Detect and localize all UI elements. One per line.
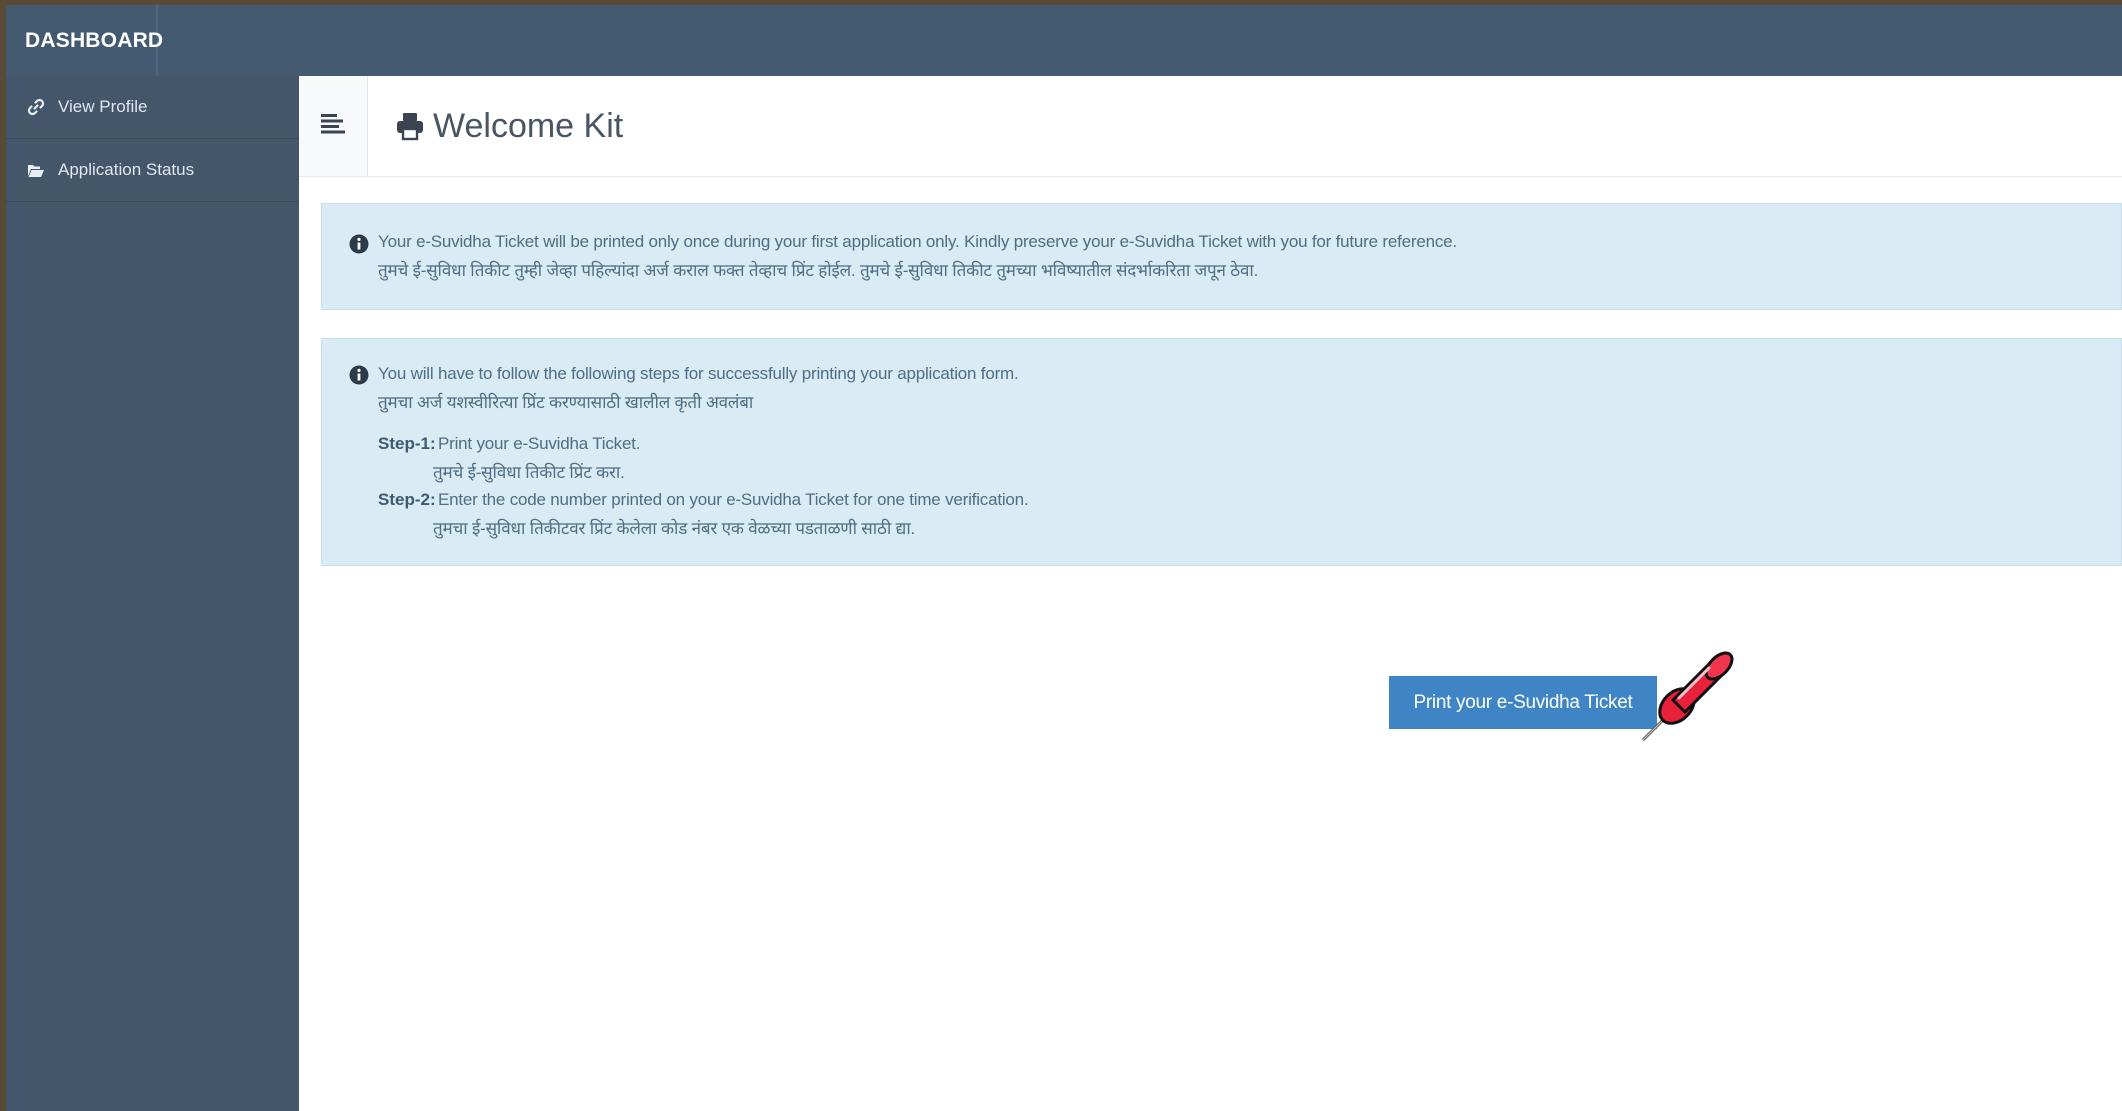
- folder-open-icon: [26, 163, 46, 178]
- page-header: Welcome Kit: [299, 76, 2122, 177]
- link-icon: [26, 98, 46, 116]
- steps-notice-marathi: तुमचा अर्ज यशस्वीरित्या प्रिंट करण्यासाठ…: [378, 393, 754, 412]
- step-1-text-english: Print your e-Suvidha Ticket.: [438, 434, 641, 453]
- main-content: Welcome Kit Your e-Suvidha Ticket will b…: [299, 76, 2122, 1111]
- steps-notice-english: You will have to follow the following st…: [378, 364, 1019, 383]
- steps-notice-alert: You will have to follow the following st…: [321, 338, 2122, 566]
- menu-toggle-icon: [320, 112, 346, 141]
- top-navbar: DASHBOARD: [6, 5, 2122, 76]
- step-2-text-marathi: तुमचा ई-सुविधा तिकीटवर प्रिंट केलेला कोड…: [433, 519, 916, 538]
- pushpin-pointer-icon: [1639, 646, 1754, 746]
- sidebar-item-label: Application Status: [58, 160, 195, 179]
- sidebar-item-application-status[interactable]: Application Status: [6, 139, 299, 202]
- dashboard-brand-link[interactable]: DASHBOARD: [6, 5, 163, 76]
- sidebar: View Profile Application Status: [6, 76, 299, 1111]
- ticket-notice-english: Your e-Suvidha Ticket will be printed on…: [378, 232, 1457, 251]
- page-title-text: Welcome Kit: [433, 106, 624, 145]
- step-1-label: Step-1:: [378, 434, 436, 453]
- ticket-notice-marathi: तुमचे ई-सुविधा तिकीट तुम्ही जेव्हा पहिल्…: [378, 261, 1259, 280]
- sidebar-item-label: View Profile: [58, 97, 148, 116]
- step-2-text-english: Enter the code number printed on your e-…: [438, 490, 1029, 509]
- print-ticket-button[interactable]: Print your e-Suvidha Ticket: [1389, 676, 1657, 729]
- sidebar-item-view-profile[interactable]: View Profile: [6, 76, 299, 139]
- step-1-text-marathi: तुमचे ई-सुविधा तिकीट प्रिंट करा.: [433, 463, 625, 482]
- menu-toggle-button[interactable]: [299, 76, 368, 176]
- info-icon: [349, 365, 369, 385]
- info-icon: [349, 234, 369, 254]
- app-frame: DASHBOARD View Profile Application Statu…: [6, 5, 2122, 1111]
- ticket-notice-alert: Your e-Suvidha Ticket will be printed on…: [321, 203, 2122, 310]
- printer-icon: [395, 111, 425, 141]
- step-2-label: Step-2:: [378, 490, 436, 509]
- page-title: Welcome Kit: [395, 104, 623, 148]
